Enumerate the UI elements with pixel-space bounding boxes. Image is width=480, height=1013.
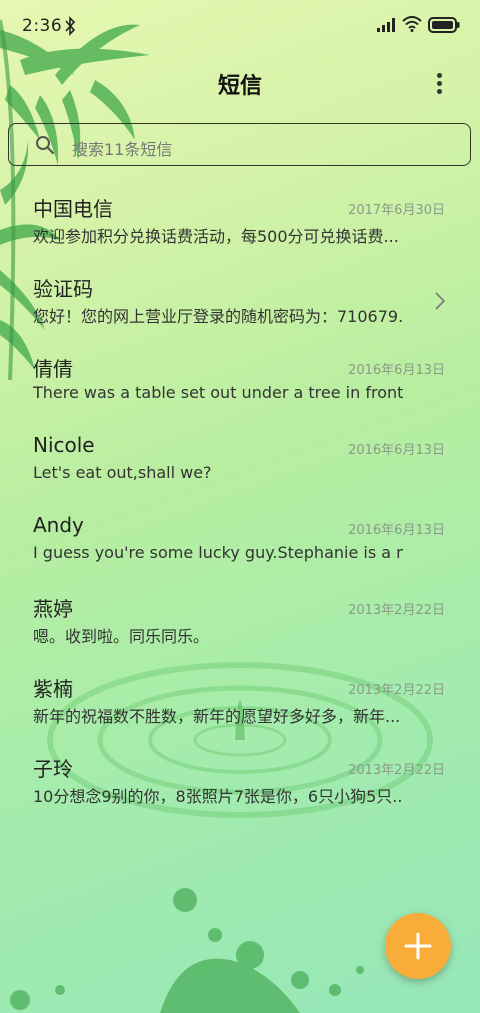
search-icon <box>36 136 55 155</box>
more-options-button[interactable] <box>428 70 452 98</box>
message-preview: Let's eat out,shall we? <box>33 463 212 482</box>
message-date: 2013年2月22日 <box>348 603 445 618</box>
message-date: 2013年2月22日 <box>348 763 445 778</box>
conversation-item[interactable]: 验证码 您好！您的网上营业厅登录的随机密码为：710679... <box>0 273 480 353</box>
status-time: 2:36 <box>22 16 63 36</box>
message-preview: 嗯。收到啦。同乐同乐。 <box>33 627 210 646</box>
message-date: 2016年6月13日 <box>348 363 445 378</box>
message-date: 2013年2月22日 <box>348 683 445 698</box>
message-preview: 您好！您的网上营业厅登录的随机密码为：710679... <box>33 307 403 326</box>
chevron-right-icon <box>435 292 446 310</box>
conversation-item[interactable]: Nicole 2016年6月13日 Let's eat out,shall we… <box>0 433 480 513</box>
page-title: 短信 <box>217 74 262 99</box>
contact-name: 子玲 <box>33 757 73 781</box>
message-date: 2017年6月30日 <box>348 203 445 218</box>
wifi-icon <box>402 16 422 32</box>
message-date: 2016年6月13日 <box>348 443 445 458</box>
message-preview: There was a table set out under a tree i… <box>33 383 403 402</box>
search-placeholder: 搜索11条短信 <box>72 140 173 159</box>
search-input[interactable]: 搜索11条短信 <box>8 123 471 166</box>
plus-icon <box>404 932 432 960</box>
conversation-item[interactable]: 中国电信 2017年6月30日 欢迎参加积分兑换话费活动，每500分可兑换话费.… <box>0 193 480 273</box>
contact-name: Andy <box>33 513 84 537</box>
message-preview: 10分想念9别的你，8张照片7张是你，6只小狗5只... <box>33 787 403 806</box>
more-vertical-icon <box>437 73 442 78</box>
bluetooth-icon <box>65 16 76 36</box>
contact-name: 倩倩 <box>33 357 73 381</box>
conversation-item[interactable]: 子玲 2013年2月22日 10分想念9别的你，8张照片7张是你，6只小狗5只.… <box>0 753 480 833</box>
compose-button[interactable] <box>385 913 451 979</box>
status-bar: 2:36 <box>0 0 480 52</box>
conversation-item[interactable]: 紫楠 2013年2月22日 新年的祝福数不胜数，新年的愿望好多好多，新年... <box>0 673 480 753</box>
message-preview: I guess you're some lucky guy.Stephanie … <box>33 543 403 562</box>
conversation-item[interactable]: 燕婷 2013年2月22日 嗯。收到啦。同乐同乐。 <box>0 593 480 673</box>
contact-name: 燕婷 <box>33 597 73 621</box>
ink-splash-illustration <box>10 888 364 1013</box>
conversation-item[interactable]: 倩倩 2016年6月13日 There was a table set out … <box>0 353 480 433</box>
contact-name: Nicole <box>33 433 95 457</box>
message-preview: 新年的祝福数不胜数，新年的愿望好多好多，新年... <box>33 707 401 726</box>
message-preview: 欢迎参加积分兑换话费活动，每500分可兑换话费... <box>33 227 399 246</box>
message-date: 2016年6月13日 <box>348 523 445 538</box>
contact-name: 验证码 <box>33 277 93 301</box>
conversation-item[interactable]: Andy 2016年6月13日 I guess you're some luck… <box>0 513 480 593</box>
battery-icon <box>428 17 460 33</box>
contact-name: 紫楠 <box>33 677 73 701</box>
contact-name: 中国电信 <box>33 197 113 221</box>
signal-icon <box>377 18 395 32</box>
